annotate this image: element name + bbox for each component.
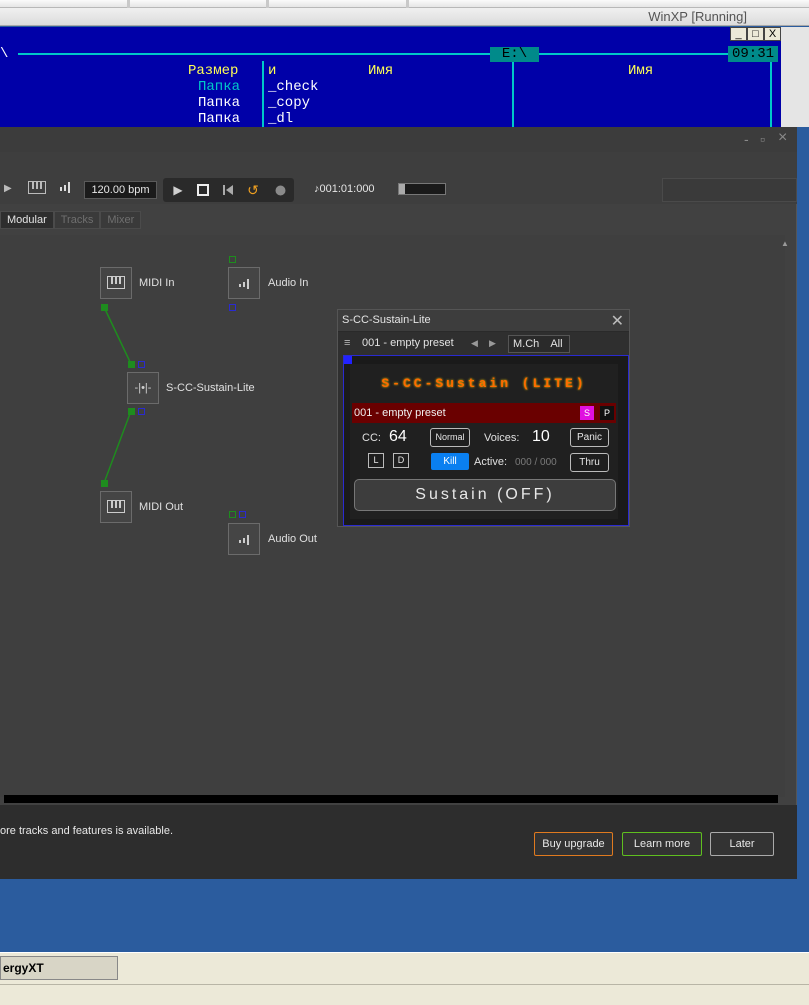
buy-upgrade-button[interactable]: Buy upgrade: [534, 832, 613, 856]
plugin-preset-bar: ≡ 001 - empty preset ◀ ▶ M.Ch All: [340, 335, 627, 355]
midi-out-in-pin[interactable]: [101, 480, 108, 487]
audio-levels-icon: [229, 268, 259, 298]
voices-value[interactable]: 10: [532, 428, 550, 446]
midi-channel-value: All: [550, 338, 563, 350]
plugin-midi-in-pin[interactable]: [128, 361, 135, 368]
panic-button[interactable]: Panic: [570, 428, 609, 447]
cc-label: CC:: [362, 432, 381, 444]
preset-p-button[interactable]: P: [600, 406, 614, 420]
midi-channel-field[interactable]: M.Ch All: [508, 335, 570, 353]
plugin-icon: -|•|-: [134, 382, 152, 394]
audio-out-node[interactable]: [228, 523, 260, 555]
kill-button[interactable]: Kill: [431, 453, 469, 470]
audio-in-out-pin[interactable]: [229, 304, 236, 311]
audio-in-pin[interactable]: [229, 256, 236, 263]
taskbar-divider: [0, 984, 809, 985]
audio-levels-icon: [229, 524, 259, 554]
preset-selector-label: 001 - empty preset: [362, 337, 454, 349]
preset-prev-icon[interactable]: ◀: [471, 338, 478, 349]
close-icon[interactable]: ✕: [611, 311, 624, 331]
voices-label: Voices:: [484, 432, 520, 444]
audio-out-label: Audio Out: [268, 533, 317, 545]
midi-out-label: MIDI Out: [139, 501, 184, 513]
plugin-node-label: S-CC-Sustain-Lite: [166, 382, 255, 394]
midi-in-node[interactable]: [100, 267, 132, 299]
midi-out-node[interactable]: [100, 491, 132, 523]
menu-icon[interactable]: ≡: [344, 337, 350, 349]
preset-selector[interactable]: 001 - empty preset: [358, 335, 503, 353]
plugin-window: S-CC-Sustain-Lite ✕ ≡ 001 - empty preset…: [337, 309, 630, 527]
keyboard-icon: [101, 268, 131, 298]
thru-button[interactable]: Thru: [570, 453, 609, 472]
taskbar: ergyXT: [0, 952, 809, 1005]
mode-button[interactable]: Normal: [430, 428, 470, 447]
midi-channel-label: M.Ch: [513, 338, 540, 350]
preset-next-icon[interactable]: ▶: [489, 338, 496, 349]
cc-value[interactable]: 64: [389, 428, 407, 446]
plugin-midi-out-pin[interactable]: [128, 408, 135, 415]
plugin-audio-in-pin[interactable]: [138, 361, 145, 368]
d-button[interactable]: D: [393, 453, 409, 468]
plugin-panel: S-CC-Sustain (LITE) 001 - empty preset S…: [350, 364, 618, 519]
plugin-logo: S-CC-Sustain (LITE): [381, 376, 587, 391]
plugin-audio-out-pin[interactable]: [138, 408, 145, 415]
active-label: Active:: [474, 456, 508, 468]
sustain-toggle-button[interactable]: Sustain (OFF): [354, 479, 616, 511]
audio-out-pin-left[interactable]: [229, 511, 236, 518]
plugin-titlebar[interactable]: S-CC-Sustain-Lite ✕: [338, 310, 629, 332]
active-value: 000 / 000: [515, 457, 557, 468]
taskbar-item-energyxt[interactable]: ergyXT: [0, 956, 118, 980]
keyboard-icon: [101, 492, 131, 522]
plugin-corner-marker: [344, 356, 352, 364]
audio-out-pin-right[interactable]: [239, 511, 246, 518]
save-preset-button[interactable]: S: [580, 406, 594, 420]
preset-name-bar[interactable]: 001 - empty preset S P: [352, 403, 616, 423]
audio-in-node[interactable]: [228, 267, 260, 299]
midi-in-label: MIDI In: [139, 277, 175, 289]
upgrade-notice-bar: ore tracks and features is available. Bu…: [0, 805, 797, 879]
plugin-title: S-CC-Sustain-Lite: [342, 314, 431, 326]
l-button[interactable]: L: [368, 453, 384, 468]
upgrade-message: ore tracks and features is available.: [0, 825, 174, 837]
later-button[interactable]: Later: [710, 832, 774, 856]
midi-in-out-pin[interactable]: [101, 304, 108, 311]
plugin-node[interactable]: -|•|-: [127, 372, 159, 404]
audio-in-label: Audio In: [268, 277, 309, 289]
preset-name: 001 - empty preset: [354, 407, 446, 419]
plugin-gui: S-CC-Sustain (LITE) 001 - empty preset S…: [343, 355, 629, 526]
learn-more-button[interactable]: Learn more: [622, 832, 702, 856]
